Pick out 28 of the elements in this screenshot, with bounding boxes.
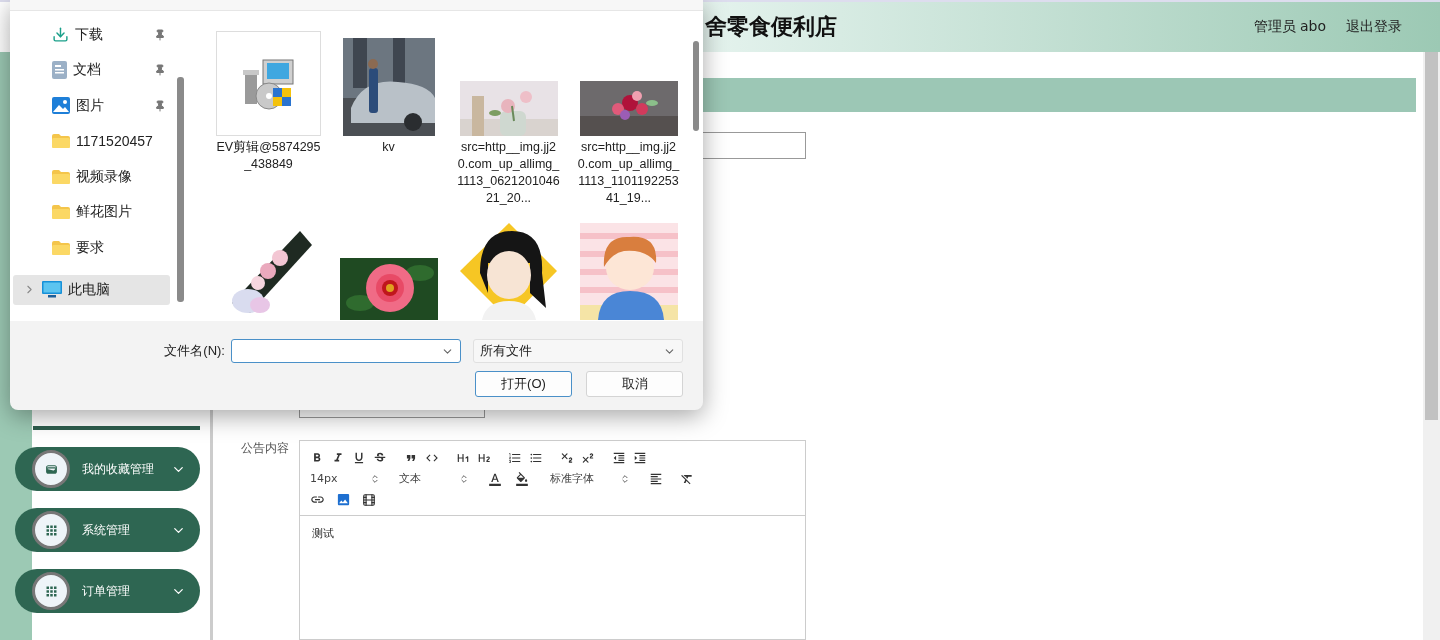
nav-item[interactable]: 鲜花图片 — [13, 194, 170, 230]
sidebar-item[interactable]: 系统管理 — [15, 508, 200, 552]
open-button[interactable]: 打开(O) — [475, 371, 572, 397]
file-name[interactable]: src=http__img.jj20.com_up_allimg_1113_062120104621_20... — [456, 139, 561, 207]
rich-text-editor[interactable]: 14px 文本 标准字体 测试 — [299, 440, 806, 640]
file-name[interactable]: EV剪辑@5874295_438849 — [216, 139, 321, 173]
file-name[interactable]: kv — [336, 139, 441, 156]
logout-link[interactable]: 退出登录 — [1346, 18, 1402, 36]
sidebar-item[interactable]: 我的收藏管理 — [15, 447, 200, 491]
user-label: 管理员 abo — [1253, 18, 1326, 36]
block-format-select[interactable]: 文本 — [399, 471, 469, 486]
editor-text: 测试 — [311, 526, 335, 542]
nav-item[interactable]: 文档 — [13, 52, 170, 88]
nav-item[interactable]: 视频录像 — [13, 159, 170, 195]
font-family-select[interactable]: 标准字体 — [550, 471, 630, 486]
nav-item[interactable]: 下载 — [13, 17, 170, 53]
file-type-select[interactable]: 所有文件 — [473, 339, 683, 363]
nav-item[interactable]: 此电脑 — [13, 274, 170, 305]
nav-item[interactable]: 1171520457 — [13, 123, 170, 159]
font-size-select[interactable]: 14px — [310, 472, 380, 485]
sidebar-item[interactable]: 订单管理 — [15, 569, 200, 613]
app-title: 舍零食便利店 — [705, 13, 837, 41]
field-label: 文件名(N): — [164, 342, 225, 360]
cancel-button[interactable]: 取消 — [586, 371, 683, 397]
field-label: 公告内容 — [241, 440, 290, 457]
file-name[interactable]: src=http__img.jj20.com_up_allimg_1113_110119225341_19... — [576, 139, 681, 207]
nav-item[interactable]: 图片 — [13, 88, 170, 124]
nav-item[interactable]: 要求 — [13, 230, 170, 266]
